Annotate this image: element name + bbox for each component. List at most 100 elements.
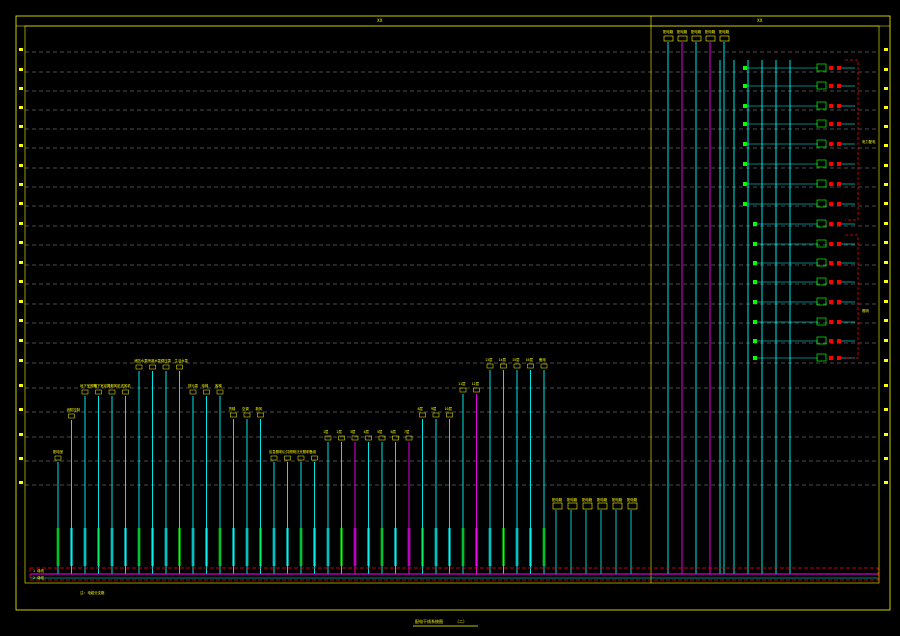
feeder-label: 1层	[323, 429, 329, 434]
feeder-label: 14层	[499, 357, 507, 362]
floor-marker-left	[19, 319, 23, 322]
branch-breaker	[837, 261, 841, 265]
bus-label-bottom: 2 母线	[33, 575, 44, 580]
branch-breaker	[837, 182, 841, 186]
branch-breaker	[837, 280, 841, 284]
feeder-label: 4层	[364, 429, 370, 434]
feeder-cable-spec	[164, 528, 168, 566]
feeder-cable-spec	[448, 528, 451, 566]
feeder-cable-spec	[124, 528, 127, 566]
feeder-cable-spec	[515, 528, 519, 566]
feeder-label: 11层	[458, 381, 466, 386]
branch-breaker	[829, 162, 833, 166]
feeder-cable-spec	[245, 528, 249, 566]
floor-marker-left	[19, 164, 23, 167]
branch-breaker	[829, 104, 833, 108]
branch-device	[743, 162, 747, 166]
feeder-label: 泛光照明	[296, 449, 310, 454]
bus-label-top: 1 母线	[33, 568, 44, 573]
branch-breaker	[829, 122, 833, 126]
branch-breaker	[829, 261, 833, 265]
riser-box-label: 配电箱	[705, 29, 716, 34]
floor-marker-right	[884, 87, 888, 90]
branch-device	[753, 339, 757, 343]
feeder-label: 新风	[256, 406, 263, 411]
floor-marker-right	[884, 222, 888, 225]
feeder-label: 15层	[512, 357, 520, 362]
branch-device	[753, 280, 757, 284]
feeder-cable-spec	[232, 528, 235, 566]
feeder-cable-spec	[353, 528, 357, 566]
feeder-label: 消防控制	[67, 407, 81, 412]
floor-marker-left	[19, 222, 23, 225]
feeder-cable-spec	[137, 528, 141, 566]
branch-breaker	[829, 280, 833, 284]
feeder-label: 排烟风机	[107, 383, 121, 388]
feeder-cable-spec	[151, 528, 154, 566]
feeder-label: 13层	[485, 357, 493, 362]
feeder-cable-spec	[407, 528, 411, 566]
floor-marker-right	[884, 359, 888, 362]
feeder-label: 12层	[472, 381, 480, 386]
feeder-cable-spec	[326, 528, 330, 566]
floor-marker-right	[884, 48, 888, 51]
feeder-cable-spec	[218, 528, 222, 566]
feeder-cable-spec	[502, 528, 505, 566]
floor-marker-right	[884, 319, 888, 322]
floor-marker-right	[884, 261, 888, 264]
floor-marker-right	[884, 164, 888, 167]
floor-marker-right	[884, 280, 888, 283]
floor-marker-left	[19, 339, 23, 342]
floor-marker-left	[19, 261, 23, 264]
feeder-cable-spec	[83, 528, 87, 566]
bottom-box-label: 配电箱	[552, 497, 563, 502]
right-group-label-1: 电力配电	[862, 139, 876, 144]
floor-marker-left	[19, 106, 23, 109]
feeder-label: 配电室	[53, 449, 64, 454]
floor-marker-left	[19, 144, 23, 147]
branch-breaker	[837, 356, 841, 360]
feeder-label: 备用	[539, 357, 546, 362]
feeder-label: 排污泵	[188, 383, 199, 388]
branch-breaker	[837, 122, 841, 126]
branch-breaker	[837, 300, 841, 304]
branch-breaker	[829, 222, 833, 226]
feeder-cable-spec	[110, 528, 114, 566]
branch-breaker	[837, 202, 841, 206]
floor-marker-right	[884, 183, 888, 186]
floor-marker-left	[19, 48, 23, 51]
branch-device	[743, 182, 747, 186]
branch-breaker	[829, 84, 833, 88]
right-group-label-2: 照明	[862, 309, 869, 313]
drawing-title: 配电干线系统图	[415, 618, 443, 624]
drawing-title-suffix: （二）	[455, 619, 467, 624]
feeder-label: 5层	[377, 429, 383, 434]
feeder-cable-spec	[434, 528, 438, 566]
top-label-left: XX	[377, 18, 383, 23]
feeder-cable-spec	[421, 528, 424, 566]
bottom-box-label: 配电箱	[597, 497, 608, 502]
bottom-box-label: 配电箱	[612, 497, 623, 502]
branch-breaker	[829, 66, 833, 70]
feeder-cable-spec	[380, 528, 384, 566]
branch-device	[753, 261, 757, 265]
feeder-label: 10层	[445, 406, 453, 411]
feeder-label: 喷淋水泵	[148, 358, 162, 363]
bottom-box-label: 配电箱	[567, 497, 578, 502]
feeder-cable-spec	[340, 528, 343, 566]
floor-marker-left	[19, 125, 23, 128]
feeder-cable-spec	[542, 528, 546, 566]
branch-breaker	[837, 222, 841, 226]
branch-breaker	[829, 242, 833, 246]
branch-breaker	[829, 339, 833, 343]
feeder-label: 9层	[431, 406, 437, 411]
floor-marker-right	[884, 202, 888, 205]
feeder-cable-spec	[70, 528, 73, 566]
feeder-label: 货梯	[229, 406, 236, 411]
floor-marker-left	[19, 280, 23, 283]
floor-marker-right	[884, 106, 888, 109]
floor-marker-left	[19, 300, 23, 303]
branch-device	[743, 202, 747, 206]
floor-marker-right	[884, 68, 888, 71]
floor-marker-right	[884, 125, 888, 128]
